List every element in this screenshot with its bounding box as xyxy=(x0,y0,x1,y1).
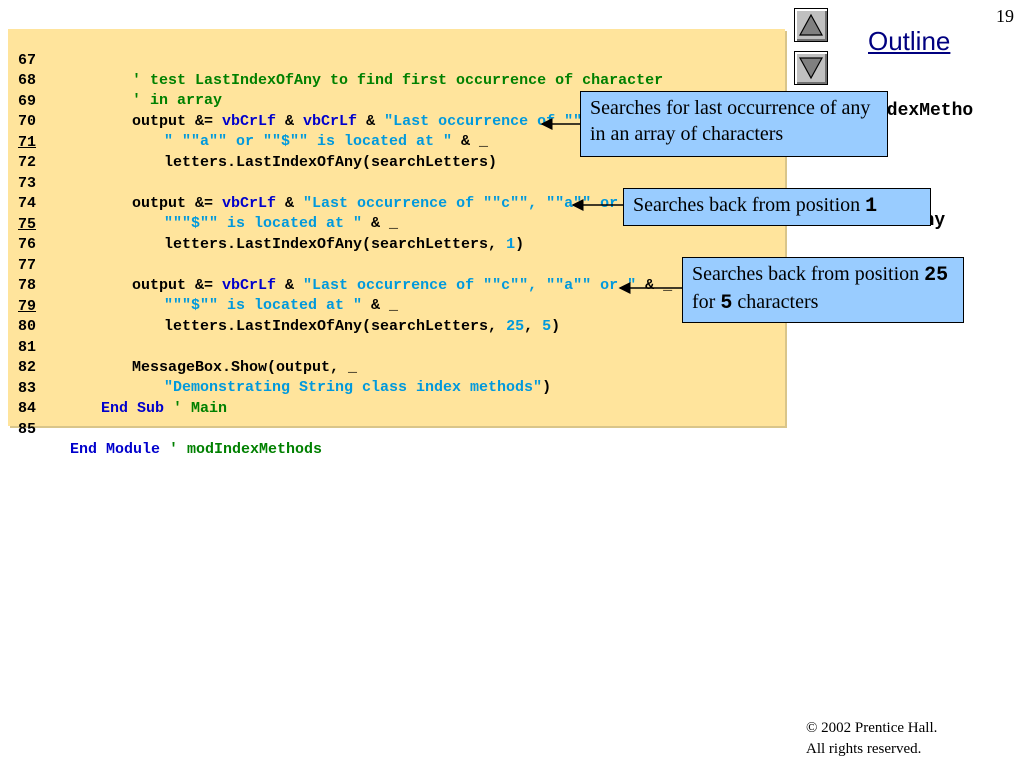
callout-last-occurrence: Searches for last occurrence of any in a… xyxy=(580,91,888,157)
callout-text: characters xyxy=(732,291,819,313)
callout-text: Searches back from position xyxy=(692,263,925,285)
callout-code: 25 xyxy=(924,264,949,287)
callout-text: for xyxy=(692,291,721,313)
copyright-line: © 2002 Prentice Hall. xyxy=(806,720,938,736)
callout-code: 5 xyxy=(720,292,733,315)
callout-position-1: Searches back from position 1 xyxy=(623,188,931,226)
callout-code: 1 xyxy=(865,195,878,218)
copyright-footer: © 2002 Prentice Hall. All rights reserve… xyxy=(806,718,937,760)
callout-position-25: Searches back from position 25 for 5 cha… xyxy=(682,257,964,323)
callout-text: Searches back from position xyxy=(633,194,866,216)
rights-line: All rights reserved. xyxy=(806,741,922,757)
callout-text: Searches for last occurrence of any in a… xyxy=(590,97,871,145)
